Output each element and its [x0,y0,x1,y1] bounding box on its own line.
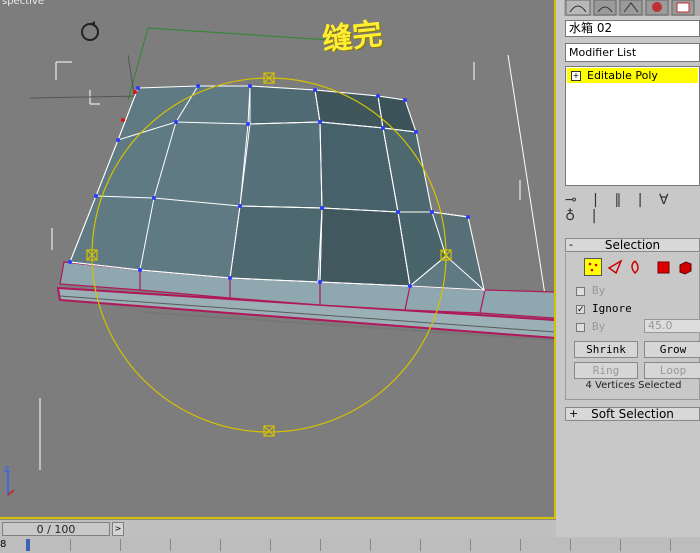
border-mode-icon[interactable] [626,258,644,276]
soft-selection-rollout-header[interactable]: + Soft Selection [565,407,700,421]
rollout-title: Soft Selection [591,407,674,421]
tick [520,539,521,551]
tick [320,539,321,551]
annotation-text: 缝完 [320,16,385,59]
perspective-viewport[interactable]: spective z 缝完 [0,0,556,519]
grow-button[interactable]: Grow [644,341,700,358]
time-slider[interactable]: 0 / 100 [2,522,110,536]
axis-z-label: z [4,464,9,475]
display-tab-icon[interactable] [645,0,669,16]
element-mode-icon[interactable] [676,258,694,276]
modifier-stack[interactable]: + Editable Poly [565,66,700,186]
tick [570,539,571,551]
tick [620,539,621,551]
next-frame-button[interactable]: > [112,522,124,536]
track-bar[interactable]: 8 [0,537,700,553]
object-name-field[interactable]: 水箱 02 [565,20,700,37]
tick [470,539,471,551]
angle-spinner[interactable]: 45.0 [644,319,700,333]
panel-tabs [564,0,700,16]
hierarchy-tab-icon[interactable] [593,0,617,16]
vertex-mode-icon[interactable] [584,258,602,276]
modify-tab-icon[interactable] [565,0,591,16]
selection-rollout-body: By ✓ Ignore By 45.0 Shrink Grow Ring Loo… [565,253,700,400]
tick [370,539,371,551]
polygon-mode-icon[interactable] [654,258,672,276]
ring-button[interactable]: Ring [574,362,638,379]
selection-status: 4 Vertices Selected [585,380,682,391]
tick [270,539,271,551]
tick [420,539,421,551]
rollout-title: Selection [604,238,661,252]
track-start-label: 8 [0,539,7,550]
by-vertex-label: By [592,284,606,297]
tick [170,539,171,551]
track-marker[interactable] [26,539,30,551]
loop-button[interactable]: Loop [644,362,700,379]
time-slider-bar: 0 / 100 > [0,519,556,538]
by-vertex-checkbox[interactable] [576,287,585,296]
edge-mode-icon[interactable] [606,258,624,276]
rotate-icon[interactable] [81,21,99,41]
by-angle-label: By [592,320,606,333]
by-angle-checkbox[interactable] [576,323,585,332]
utilities-tab-icon[interactable] [671,0,695,16]
tick [670,539,671,551]
tick [120,539,121,551]
shrink-button[interactable]: Shrink [574,341,638,358]
ignore-backfacing-checkbox[interactable]: ✓ [576,305,585,315]
scene-canvas[interactable]: z [0,0,556,519]
stack-toolbar[interactable]: ⊸ | ∥ | ∀ ♁ | [565,192,700,224]
command-panel: 水箱 02 Modifier List + Editable Poly ⊸ | … [558,0,700,537]
stack-item-label: Editable Poly [587,69,658,82]
stack-item-editable-poly[interactable]: + Editable Poly [567,68,698,83]
ignore-backfacing-label: Ignore [592,302,632,315]
axis-tripod: z [4,464,15,496]
tick [70,539,71,551]
selection-rollout-header[interactable]: - Selection [565,238,700,252]
poly-mesh[interactable] [69,85,485,292]
modifier-list-dropdown[interactable]: Modifier List [565,43,700,62]
expand-icon[interactable]: + [571,71,581,81]
motion-tab-icon[interactable] [619,0,643,16]
tick [220,539,221,551]
